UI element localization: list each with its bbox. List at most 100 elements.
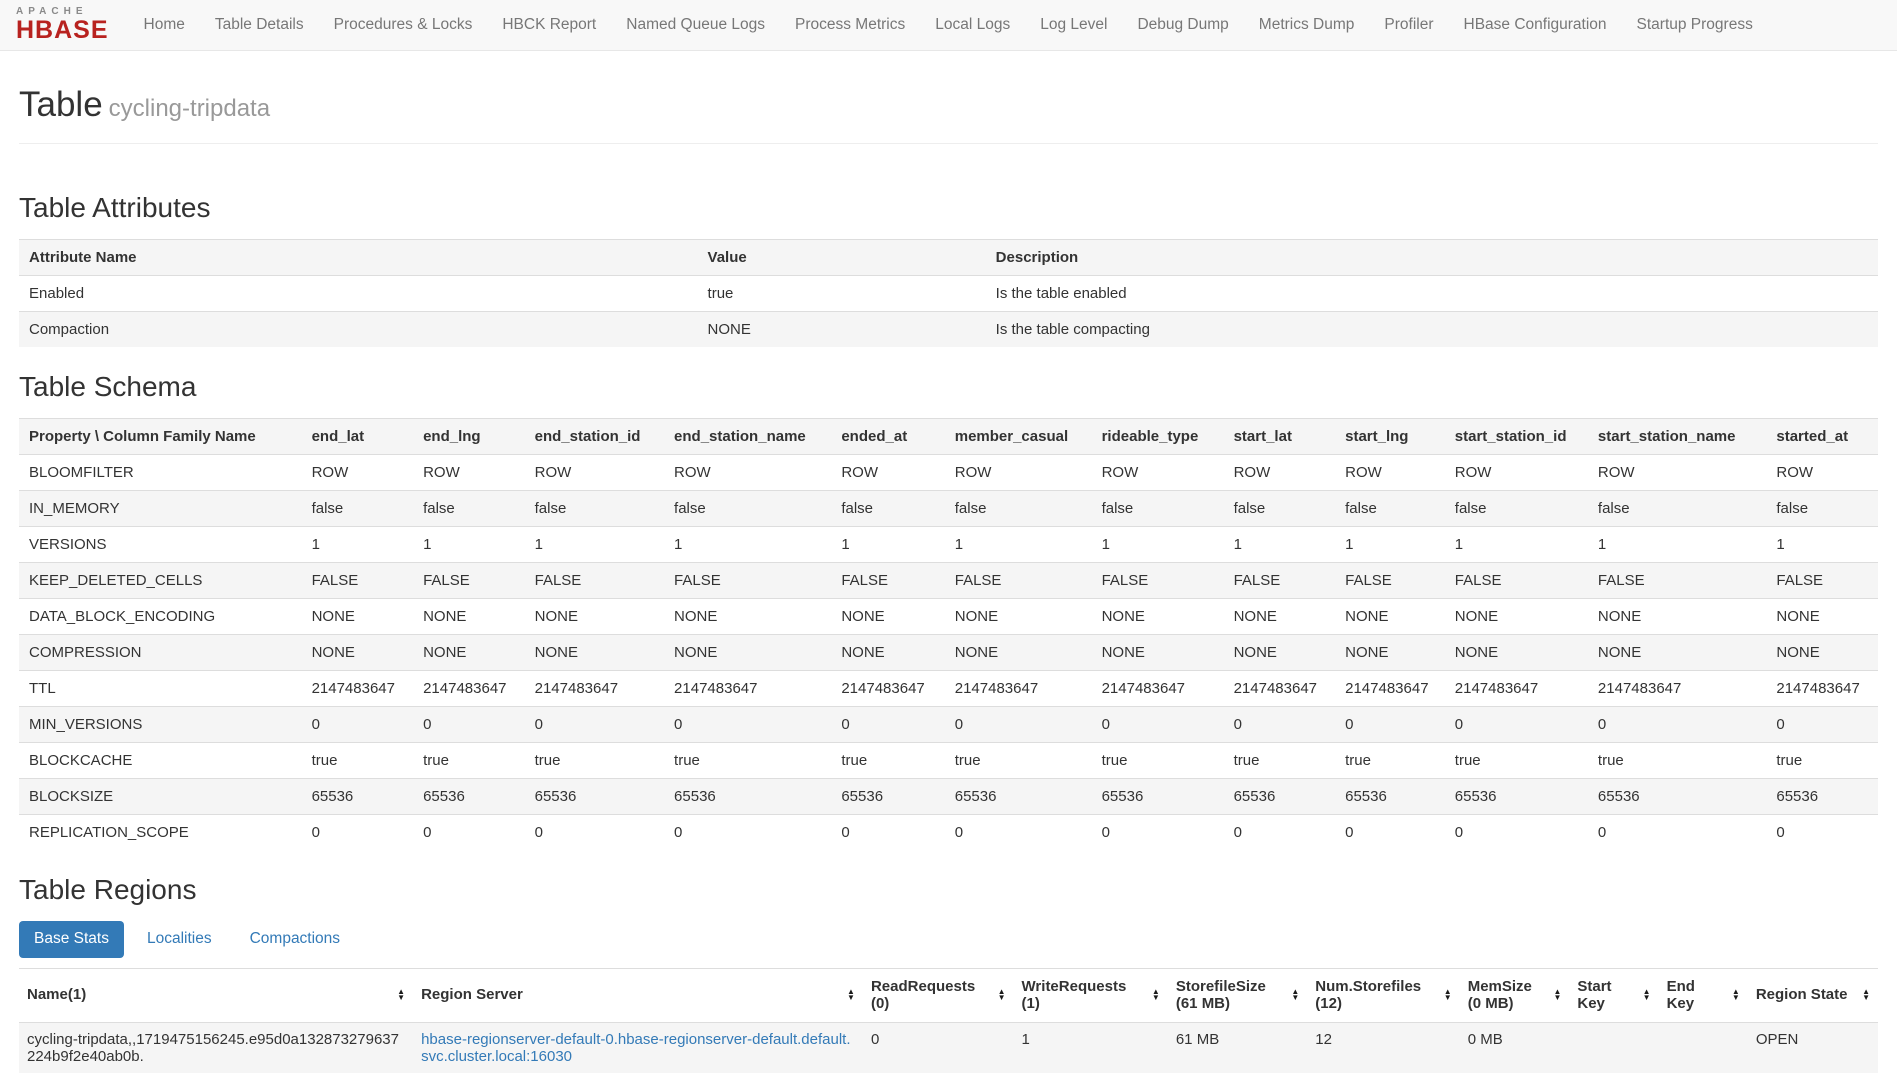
nav-item-named-queue-logs[interactable]: Named Queue Logs — [611, 0, 780, 50]
regions-column-label: Name(1) — [27, 986, 86, 1004]
regions-column-label: End Key — [1667, 978, 1726, 1013]
schema-property-cell: VERSIONS — [19, 527, 302, 563]
regions-column-header-name-1[interactable]: Name(1) ▲▼ — [19, 968, 413, 1022]
schema-value-cell: ROW — [1092, 455, 1224, 491]
regions-column-label: Num.Storefiles (12) — [1315, 978, 1438, 1013]
regions-column-header-memsize-0-mb[interactable]: MemSize (0 MB)▲▼ — [1460, 968, 1570, 1022]
schema-value-cell: true — [525, 743, 664, 779]
schema-column-family-header-end-station-name: end_station_name — [664, 419, 831, 455]
schema-value-cell: FALSE — [525, 563, 664, 599]
schema-column-family-header-ended-at: ended_at — [831, 419, 944, 455]
nav-item-table-details[interactable]: Table Details — [200, 0, 319, 50]
nav-item-profiler[interactable]: Profiler — [1369, 0, 1448, 50]
schema-row-keep-deleted-cells: KEEP_DELETED_CELLSFALSEFALSEFALSEFALSEFA… — [19, 563, 1878, 599]
table-regions-table: Name(1)▲▼Region Server▲▼ReadRequests (0)… — [19, 968, 1878, 1073]
schema-value-cell: FALSE — [302, 563, 414, 599]
schema-value-cell: 2147483647 — [664, 671, 831, 707]
nav-item-hbase-configuration[interactable]: HBase Configuration — [1449, 0, 1622, 50]
regions-column-header-end-key[interactable]: End Key▲▼ — [1659, 968, 1748, 1022]
regions-column-header-readrequests-0[interactable]: ReadRequests (0)▲▼ — [863, 968, 1014, 1022]
schema-value-cell: 0 — [1335, 815, 1445, 851]
attribute-row: CompactionNONEIs the table compacting — [19, 312, 1878, 348]
schema-value-cell: 65536 — [1588, 779, 1766, 815]
schema-value-cell: false — [302, 491, 414, 527]
attributes-heading: Table Attributes — [19, 192, 1878, 224]
nav-item-startup-progress[interactable]: Startup Progress — [1622, 0, 1768, 50]
sort-down-arrow: ▼ — [1152, 995, 1160, 1001]
schema-value-cell: 0 — [413, 707, 525, 743]
nav-item-metrics-dump[interactable]: Metrics Dump — [1244, 0, 1370, 50]
nav-item-log-level[interactable]: Log Level — [1025, 0, 1122, 50]
sort-icon: ▲▼ — [1291, 989, 1299, 1001]
schema-column-family-header-rideable-type: rideable_type — [1092, 419, 1224, 455]
regions-column-header-start-key[interactable]: Start Key▲▼ — [1569, 968, 1658, 1022]
hbase-logo[interactable]: APACHE HBASE — [16, 7, 109, 43]
schema-value-cell: 2147483647 — [1445, 671, 1588, 707]
nav-item-local-logs[interactable]: Local Logs — [920, 0, 1025, 50]
schema-row-in-memory: IN_MEMORYfalsefalsefalsefalsefalsefalsef… — [19, 491, 1878, 527]
schema-value-cell: false — [664, 491, 831, 527]
schema-value-cell: 65536 — [1445, 779, 1588, 815]
schema-value-cell: NONE — [1224, 599, 1336, 635]
regions-column-label: StorefileSize (61 MB) — [1176, 978, 1286, 1013]
schema-value-cell: ROW — [945, 455, 1092, 491]
schema-value-cell: FALSE — [1224, 563, 1336, 599]
sort-icon: ▲▼ — [998, 989, 1006, 1001]
regions-column-header-region-server[interactable]: Region Server▲▼ — [413, 968, 863, 1022]
regions-column-header-region-state[interactable]: Region State▲▼ — [1748, 968, 1878, 1022]
regions-column-header-num-storefiles-12[interactable]: Num.Storefiles (12)▲▼ — [1307, 968, 1459, 1022]
schema-value-cell: ROW — [1224, 455, 1336, 491]
schema-value-cell: ROW — [302, 455, 414, 491]
sort-down-arrow: ▼ — [1862, 995, 1870, 1001]
schema-value-cell: 1 — [945, 527, 1092, 563]
sort-down-arrow: ▼ — [1444, 995, 1452, 1001]
schema-row-blockcache: BLOCKCACHEtruetruetruetruetruetruetruetr… — [19, 743, 1878, 779]
nav-item-procedures-locks[interactable]: Procedures & Locks — [319, 0, 488, 50]
regions-column-header-storefilesize-61-mb[interactable]: StorefileSize (61 MB) ▲▼ — [1168, 968, 1307, 1022]
region-storefile-size-cell: 61 MB — [1168, 1022, 1307, 1073]
nav-item-home[interactable]: Home — [129, 0, 200, 50]
schema-value-cell: 0 — [1224, 815, 1336, 851]
nav-item-hbck-report[interactable]: HBCK Report — [487, 0, 611, 50]
schema-property-cell: REPLICATION_SCOPE — [19, 815, 302, 851]
region-server-link[interactable]: hbase-regionserver-default-0.hbase-regio… — [421, 1031, 850, 1065]
schema-value-cell: false — [1092, 491, 1224, 527]
schema-value-cell: 65536 — [945, 779, 1092, 815]
schema-value-cell: 1 — [1588, 527, 1766, 563]
schema-value-cell: FALSE — [1588, 563, 1766, 599]
regions-column-header-writerequests-1[interactable]: WriteRequests (1)▲▼ — [1014, 968, 1168, 1022]
tab-localities[interactable]: Localities — [132, 921, 227, 958]
schema-value-cell: 0 — [525, 707, 664, 743]
schema-value-cell: 2147483647 — [413, 671, 525, 707]
schema-column-family-header-started-at: started_at — [1766, 419, 1878, 455]
title-divider — [19, 143, 1878, 144]
schema-property-cell: MIN_VERSIONS — [19, 707, 302, 743]
schema-property-cell: TTL — [19, 671, 302, 707]
region-mem-size-cell: 0 MB — [1460, 1022, 1570, 1073]
schema-value-cell: 2147483647 — [1335, 671, 1445, 707]
region-server-cell: hbase-regionserver-default-0.hbase-regio… — [413, 1022, 863, 1073]
page-title-text: Table — [19, 85, 103, 124]
tab-base-stats[interactable]: Base Stats — [19, 921, 124, 958]
schema-column-family-header-start-station-name: start_station_name — [1588, 419, 1766, 455]
schema-value-cell: 1 — [664, 527, 831, 563]
top-navbar: APACHE HBASE HomeTable DetailsProcedures… — [0, 0, 1897, 51]
schema-value-cell: true — [945, 743, 1092, 779]
nav-item-process-metrics[interactable]: Process Metrics — [780, 0, 920, 50]
schema-value-cell: 1 — [1224, 527, 1336, 563]
schema-value-cell: 65536 — [525, 779, 664, 815]
schema-value-cell: NONE — [302, 599, 414, 635]
schema-value-cell: 0 — [1092, 707, 1224, 743]
attributes-column-header-description: Description — [986, 240, 1878, 276]
nav-item-debug-dump[interactable]: Debug Dump — [1122, 0, 1243, 50]
sort-icon: ▲▼ — [847, 989, 855, 1001]
schema-value-cell: 0 — [1766, 707, 1878, 743]
sort-icon: ▲▼ — [397, 989, 405, 1001]
schema-value-cell: NONE — [1335, 635, 1445, 671]
region-region-state-cell: OPEN — [1748, 1022, 1878, 1073]
tab-compactions[interactable]: Compactions — [235, 921, 355, 958]
sort-icon: ▲▼ — [1643, 989, 1651, 1001]
schema-property-cell: BLOOMFILTER — [19, 455, 302, 491]
region-write-requests-cell: 1 — [1014, 1022, 1168, 1073]
schema-value-cell: false — [1588, 491, 1766, 527]
